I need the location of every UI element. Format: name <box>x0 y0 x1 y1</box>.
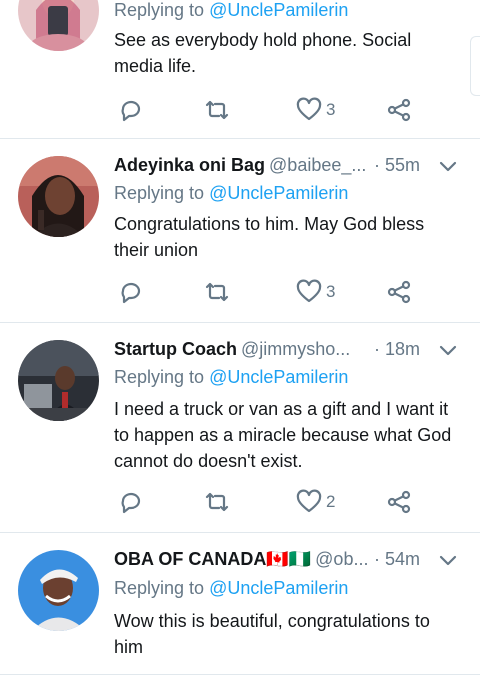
tweet-actions: 3 <box>114 278 414 308</box>
like-count: 3 <box>326 100 336 119</box>
replying-to: Replying to @UnclePamilerin <box>114 183 348 204</box>
avatar[interactable] <box>18 550 99 631</box>
share-button[interactable] <box>386 488 412 516</box>
reply-button[interactable] <box>118 96 144 124</box>
display-name[interactable]: Adeyinka oni Bag <box>114 155 265 175</box>
timestamp[interactable]: · 55m <box>374 155 420 176</box>
like-button[interactable]: 3 <box>296 278 335 306</box>
replying-prefix: Replying to <box>114 578 205 598</box>
reply-icon <box>121 100 141 122</box>
tweet-actions: 2 <box>114 488 414 518</box>
retweet-icon <box>205 492 229 512</box>
tweet-actions: 3 <box>114 96 414 126</box>
retweet-icon <box>205 282 229 302</box>
avatar[interactable] <box>18 156 99 237</box>
chevron-down-icon[interactable] <box>438 551 458 571</box>
tweet[interactable]: Startup Coach @jimmysho... · 18m Replying… <box>0 323 480 533</box>
tweet-text: Congratulations to him. May God bless th… <box>114 214 425 260</box>
retweet-button[interactable] <box>204 488 230 516</box>
timestamp[interactable]: · 18m <box>374 339 420 360</box>
heart-icon <box>296 97 322 121</box>
like-count: 3 <box>326 282 336 301</box>
tweet-text: I need a truck or van as a gift and I wa… <box>114 399 452 471</box>
tweet-header: Startup Coach @jimmysho... · 18m <box>114 339 464 367</box>
display-name[interactable]: OBA OF CANADA🇨🇦🇳🇬 <box>114 549 311 569</box>
heart-icon <box>296 489 322 513</box>
reply-icon <box>121 282 141 304</box>
reply-icon <box>121 492 141 514</box>
tweet-feed: Replying to @UnclePamilerin See as every… <box>0 0 480 682</box>
avatar[interactable] <box>18 0 99 51</box>
replying-to: Replying to @UnclePamilerin <box>114 367 348 388</box>
chevron-down-icon[interactable] <box>438 341 458 361</box>
replying-prefix: Replying to <box>114 183 205 203</box>
tweet[interactable]: Replying to @UnclePamilerin See as every… <box>0 0 480 139</box>
share-icon <box>387 98 411 122</box>
retweet-icon <box>205 100 229 120</box>
user-handle[interactable]: @baibee_... <box>269 155 366 175</box>
like-button[interactable]: 2 <box>296 488 335 516</box>
replying-to: Replying to @UnclePamilerin <box>114 0 348 21</box>
share-icon <box>387 490 411 514</box>
reply-button[interactable] <box>118 278 144 306</box>
tweet-text: Wow this is beautiful, congratulations t… <box>114 611 430 657</box>
tweet-text: See as everybody hold phone. Social medi… <box>114 30 412 76</box>
display-name[interactable]: Startup Coach <box>114 339 237 359</box>
replying-to: Replying to @UnclePamilerin <box>114 578 348 599</box>
like-count: 2 <box>326 492 336 511</box>
avatar[interactable] <box>18 340 99 421</box>
reply-button[interactable] <box>118 488 144 516</box>
tweet-header: OBA OF CANADA🇨🇦🇳🇬 @ob... · 54m <box>114 549 464 577</box>
share-button[interactable] <box>386 278 412 306</box>
retweet-button[interactable] <box>204 278 230 306</box>
retweet-button[interactable] <box>204 96 230 124</box>
replying-prefix: Replying to <box>114 0 205 20</box>
mention-link[interactable]: @UnclePamilerin <box>209 183 348 203</box>
mention-link[interactable]: @UnclePamilerin <box>209 0 348 20</box>
like-button[interactable]: 3 <box>296 96 335 124</box>
tweet-header: Adeyinka oni Bag @baibee_... · 55m <box>114 155 464 183</box>
timestamp[interactable]: · 54m <box>374 549 420 570</box>
heart-icon <box>296 279 322 303</box>
user-handle[interactable]: @ob... <box>315 549 368 569</box>
tweet[interactable]: Adeyinka oni Bag @baibee_... · 55m Replyi… <box>0 139 480 323</box>
tweet[interactable]: OBA OF CANADA🇨🇦🇳🇬 @ob... · 54m Replying t… <box>0 533 480 675</box>
mention-link[interactable]: @UnclePamilerin <box>209 578 348 598</box>
chevron-down-icon[interactable] <box>438 157 458 177</box>
share-icon <box>387 280 411 304</box>
user-handle[interactable]: @jimmysho... <box>241 339 350 359</box>
replying-prefix: Replying to <box>114 367 205 387</box>
mention-link[interactable]: @UnclePamilerin <box>209 367 348 387</box>
share-button[interactable] <box>386 96 412 124</box>
